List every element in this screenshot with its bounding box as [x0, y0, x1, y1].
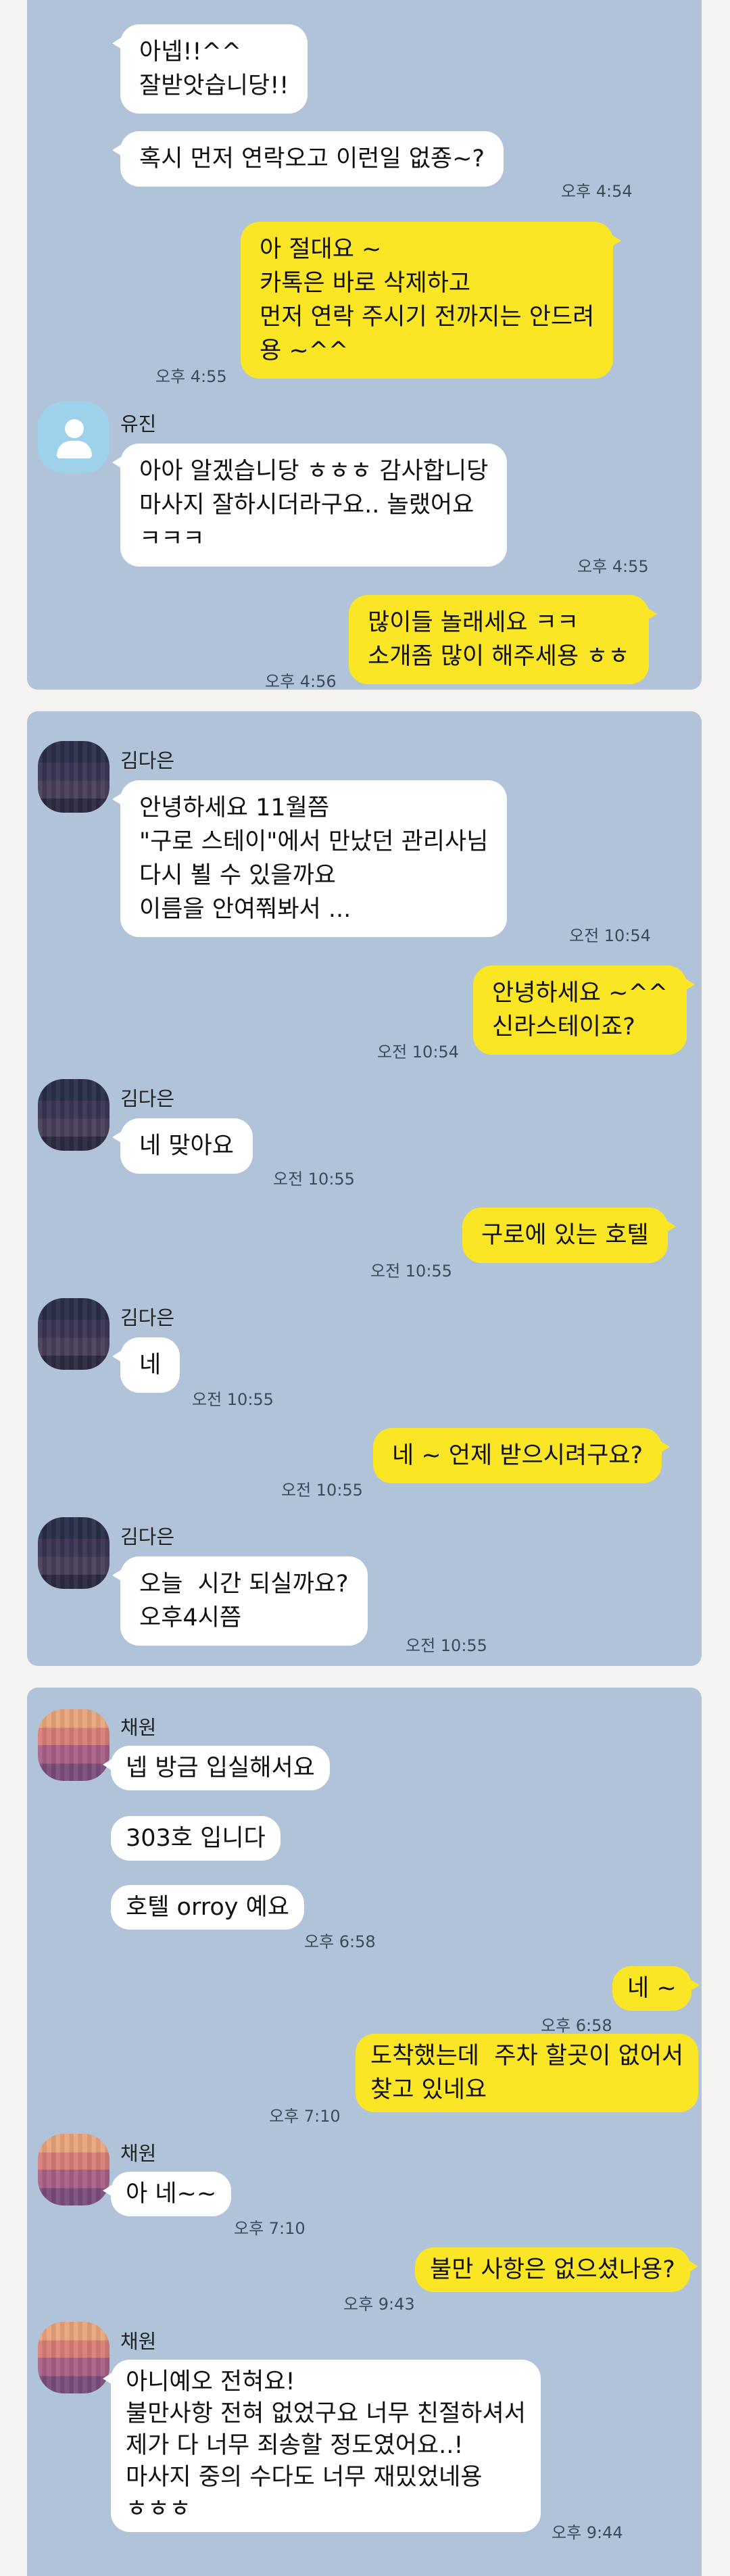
- message-bubble-outgoing[interactable]: 안녕하세요 ~^^ 신라스테이죠?: [473, 965, 696, 1055]
- avatar[interactable]: [38, 1298, 110, 1370]
- avatar[interactable]: [38, 2322, 110, 2393]
- message-timestamp: 오후 9:44: [552, 2523, 623, 2542]
- sender-name: 김다은: [120, 1525, 175, 1548]
- message-bubble-incoming[interactable]: 303호 입니다: [111, 1816, 281, 1861]
- chat-panel-1: 아넵!!^^ 잘받앗습니당!! 혹시 먼저 연락오고 이런일 없죵~? 오후 4…: [27, 0, 702, 691]
- message-timestamp: 오후 9:43: [343, 2295, 415, 2314]
- message-timestamp: 오전 10:55: [406, 1636, 487, 1655]
- message-timestamp: 오전 10:55: [370, 1262, 452, 1281]
- message-timestamp: 오전 10:55: [273, 1170, 355, 1189]
- message-bubble-outgoing[interactable]: 많이들 놀래세요 ㅋㅋ 소개좀 많이 해주세용 ㅎㅎ: [349, 595, 657, 684]
- message-bubble-outgoing[interactable]: 네 ~: [612, 1966, 700, 2011]
- message-bubble-incoming[interactable]: 네 맞아요: [112, 1118, 253, 1174]
- message-bubble-incoming[interactable]: 아넵!!^^ 잘받앗습니당!!: [112, 24, 308, 114]
- message-bubble-incoming[interactable]: 네: [112, 1337, 180, 1393]
- avatar[interactable]: [38, 1079, 110, 1151]
- message-timestamp: 오후 6:58: [304, 1932, 376, 1951]
- avatar[interactable]: [38, 2134, 110, 2205]
- sender-name: 김다은: [120, 1306, 175, 1329]
- message-bubble-incoming[interactable]: 넵 방금 입실해서요: [103, 1746, 330, 1790]
- sender-name: 채원: [120, 2330, 157, 2353]
- person-icon: [65, 419, 84, 438]
- message-bubble-outgoing[interactable]: 구로에 있는 호텔: [462, 1208, 676, 1263]
- message-timestamp: 오후 4:55: [577, 557, 649, 576]
- message-timestamp: 오후 4:55: [155, 367, 227, 386]
- message-timestamp: 오후 4:56: [265, 672, 337, 691]
- message-bubble-outgoing[interactable]: 아 절대요 ~ 카톡은 바로 삭제하고 먼저 연락 주시기 전까지는 안드려 용…: [241, 222, 622, 379]
- message-timestamp: 오전 10:54: [377, 1043, 459, 1062]
- message-bubble-incoming[interactable]: 아니예오 전혀요! 불만사항 전혀 없었구요 너무 친절하셔서 제가 다 너무 …: [103, 2360, 541, 2532]
- message-bubble-outgoing[interactable]: 도착했는데 주차 할곳이 없어서 찾고 있네요: [356, 2034, 699, 2112]
- sender-name: 채원: [120, 1716, 157, 1739]
- message-timestamp: 오전 10:54: [569, 926, 651, 945]
- message-bubble-incoming[interactable]: 아아 알겠습니당 ㅎㅎㅎ 감사합니당 마사지 잘하시더라구요.. 놀랬어요 ㅋㅋ…: [112, 444, 508, 567]
- message-timestamp: 오후 7:10: [269, 2107, 341, 2126]
- chat-panel-2: 김다은 안녕하세요 11월쯤 "구로 스테이"에서 만났던 관리사님 다시 뵐 …: [27, 711, 702, 1666]
- message-timestamp: 오후 7:10: [234, 2219, 306, 2238]
- message-timestamp: 오전 10:55: [192, 1390, 274, 1409]
- message-bubble-incoming[interactable]: 아 네~~: [102, 2172, 232, 2216]
- avatar[interactable]: [38, 402, 110, 473]
- message-bubble-incoming[interactable]: 안녕하세요 11월쯤 "구로 스테이"에서 만났던 관리사님 다시 뵐 수 있을…: [112, 780, 508, 937]
- message-bubble-incoming[interactable]: 호텔 orroy 예요: [111, 1885, 304, 1930]
- message-bubble-incoming[interactable]: 오늘 시간 되실까요? 오후4시쯤: [112, 1556, 368, 1646]
- message-bubble-incoming[interactable]: 혹시 먼저 연락오고 이런일 없죵~?: [112, 131, 504, 187]
- sender-name: 유진: [120, 412, 157, 435]
- message-timestamp: 오전 10:55: [281, 1481, 363, 1500]
- avatar[interactable]: [38, 1709, 110, 1781]
- message-bubble-outgoing[interactable]: 네 ~ 언제 받으시려구요?: [373, 1428, 671, 1483]
- avatar[interactable]: [38, 741, 110, 813]
- message-timestamp: 오후 4:54: [561, 182, 633, 201]
- message-timestamp: 오후 6:58: [541, 2016, 612, 2035]
- sender-name: 김다은: [120, 1087, 175, 1110]
- sender-name: 채원: [120, 2142, 157, 2165]
- avatar[interactable]: [38, 1517, 110, 1589]
- message-bubble-outgoing[interactable]: 불만 사항은 없으셨나용?: [415, 2247, 698, 2292]
- chat-panel-3: 채원 넵 방금 입실해서요 303호 입니다 호텔 orroy 예요 오후 6:…: [27, 1688, 702, 2576]
- sender-name: 김다은: [120, 749, 175, 772]
